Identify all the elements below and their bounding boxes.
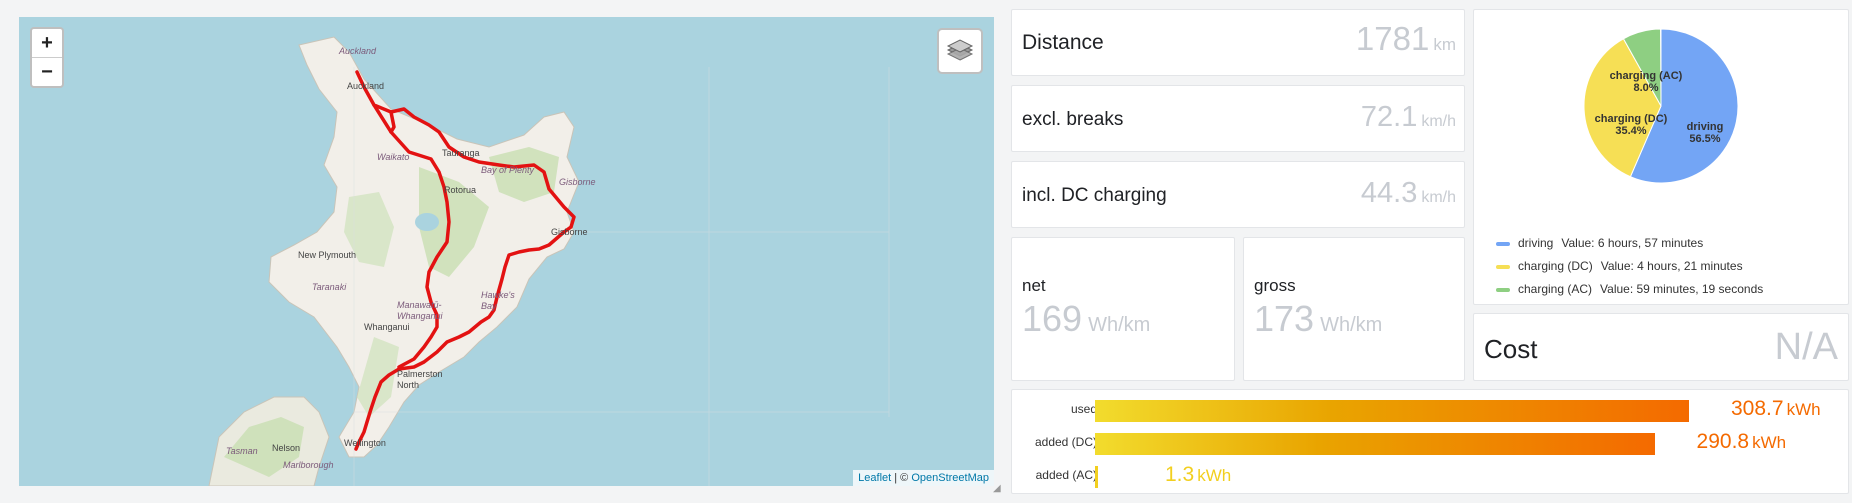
incl-dc-charging-title: incl. DC charging (1022, 185, 1167, 206)
pie-slice-label: charging (DC) (1595, 113, 1668, 125)
pie-slice-percent: 35.4% (1615, 125, 1646, 137)
openstreetmap-link[interactable]: OpenStreetMap (911, 472, 989, 484)
bar-value-used: 308.7 kWh (1731, 397, 1821, 420)
zoom-control: + − (30, 27, 64, 88)
cost-value: N/A (1774, 326, 1838, 368)
map-label-hawkes-bay: Hawke's Bay (481, 290, 515, 311)
net-title: net (1022, 276, 1046, 295)
legend-item-charging-dc[interactable]: charging (DC) Value: 4 hours, 21 minutes (1496, 259, 1743, 273)
map-label-palmerston-north: Palmerston North (397, 369, 443, 390)
legend-item-charging-ac[interactable]: charging (AC) Value: 59 minutes, 19 secon… (1496, 282, 1763, 296)
map-label-new-plymouth: New Plymouth (298, 250, 357, 260)
map-label-taranaki: Taranaki (312, 282, 347, 292)
map-label-bay-of-plenty: Bay of Plenty (481, 165, 535, 175)
pie-slice-label: driving (1687, 121, 1724, 133)
bar-added-dc (1095, 433, 1655, 455)
leaflet-link[interactable]: Leaflet (858, 472, 891, 484)
route-map[interactable]: + − Auckland Auckland Waikato Tauranga B… (19, 17, 994, 486)
bar-label-added-ac: added (AC) (1035, 468, 1097, 482)
cost-panel: Cost N/A (1473, 313, 1849, 381)
cost-title: Cost (1484, 334, 1538, 364)
map-label-auckland-region: Auckland (339, 46, 377, 56)
map-label-wellington: Wellington (344, 438, 386, 448)
legend-swatch (1496, 241, 1510, 246)
layers-button[interactable] (937, 28, 983, 74)
bar-used (1095, 400, 1689, 422)
energy-panel: used 308.7 kWh added (DC) 290.8 kWh added … (1011, 389, 1849, 494)
bar-value-added-dc: 290.8 kWh (1696, 430, 1787, 453)
time-pie-chart: driving56.5% charging (DC)35.4% charging (… (1583, 28, 1739, 184)
bar-value-added-ac: 1.3 kWh (1165, 463, 1232, 486)
legend-item-driving[interactable]: driving Value: 6 hours, 57 minutes (1496, 236, 1703, 250)
pie-slice-percent: 56.5% (1689, 133, 1720, 145)
map-label-auckland: Auckland (347, 81, 385, 91)
resize-handle[interactable]: ◢ (993, 483, 1001, 494)
bar-label-added-dc: added (DC) (1034, 435, 1097, 449)
excl-breaks-panel: excl. breaks 72.1 km/h (1011, 85, 1465, 152)
attribution-separator: | © (891, 472, 912, 484)
gross-consumption-panel: gross 173 Wh/km (1243, 237, 1465, 381)
net-value: 169 Wh/km (1022, 298, 1151, 339)
incl-dc-charging-panel: incl. DC charging 44.3 km/h (1011, 161, 1465, 228)
lake-taupo (415, 213, 439, 231)
map-label-manawatu: Manawatū-Whanganui (397, 300, 443, 321)
excl-breaks-value: 72.1 km/h (1360, 101, 1456, 133)
map-label-waikato: Waikato (377, 152, 410, 162)
pie-slice-label: charging (AC) (1610, 70, 1683, 82)
map-attribution: Leaflet | © OpenStreetMap (853, 470, 994, 486)
distance-title: Distance (1022, 31, 1104, 54)
time-breakdown-panel: driving 56.5% charging (DC) 35.4% charging (… (1473, 9, 1849, 305)
bar-label-used: used (1070, 402, 1097, 416)
net-consumption-panel: net 169 Wh/km (1011, 237, 1235, 381)
distance-panel: Distance 1781 km (1011, 9, 1465, 76)
legend-swatch (1496, 287, 1510, 292)
gross-title: gross (1254, 276, 1296, 295)
map-label-nelson: Nelson (272, 443, 301, 453)
gross-value: 173 Wh/km (1254, 298, 1383, 339)
map-label-tasman: Tasman (226, 446, 258, 456)
incl-dc-charging-value: 44.3 km/h (1360, 177, 1456, 209)
map-canvas[interactable] (19, 17, 994, 486)
zoom-out-button[interactable]: − (32, 57, 62, 86)
bar-added-ac (1095, 466, 1098, 488)
map-label-gisborne: Gisborne (551, 227, 588, 237)
map-label-marlborough: Marlborough (283, 460, 334, 470)
distance-value: 1781 km (1355, 20, 1456, 57)
legend-swatch (1496, 264, 1510, 269)
map-label-tauranga: Tauranga (442, 148, 480, 158)
pie-slice-percent: 8.0% (1633, 82, 1658, 94)
zoom-in-button[interactable]: + (32, 29, 62, 57)
map-label-gisborne-region: Gisborne (559, 177, 596, 187)
map-label-whanganui: Whanganui (364, 322, 410, 332)
map-label-rotorua: Rotorua (444, 185, 477, 195)
excl-breaks-title: excl. breaks (1022, 109, 1124, 130)
layers-icon (946, 39, 974, 61)
